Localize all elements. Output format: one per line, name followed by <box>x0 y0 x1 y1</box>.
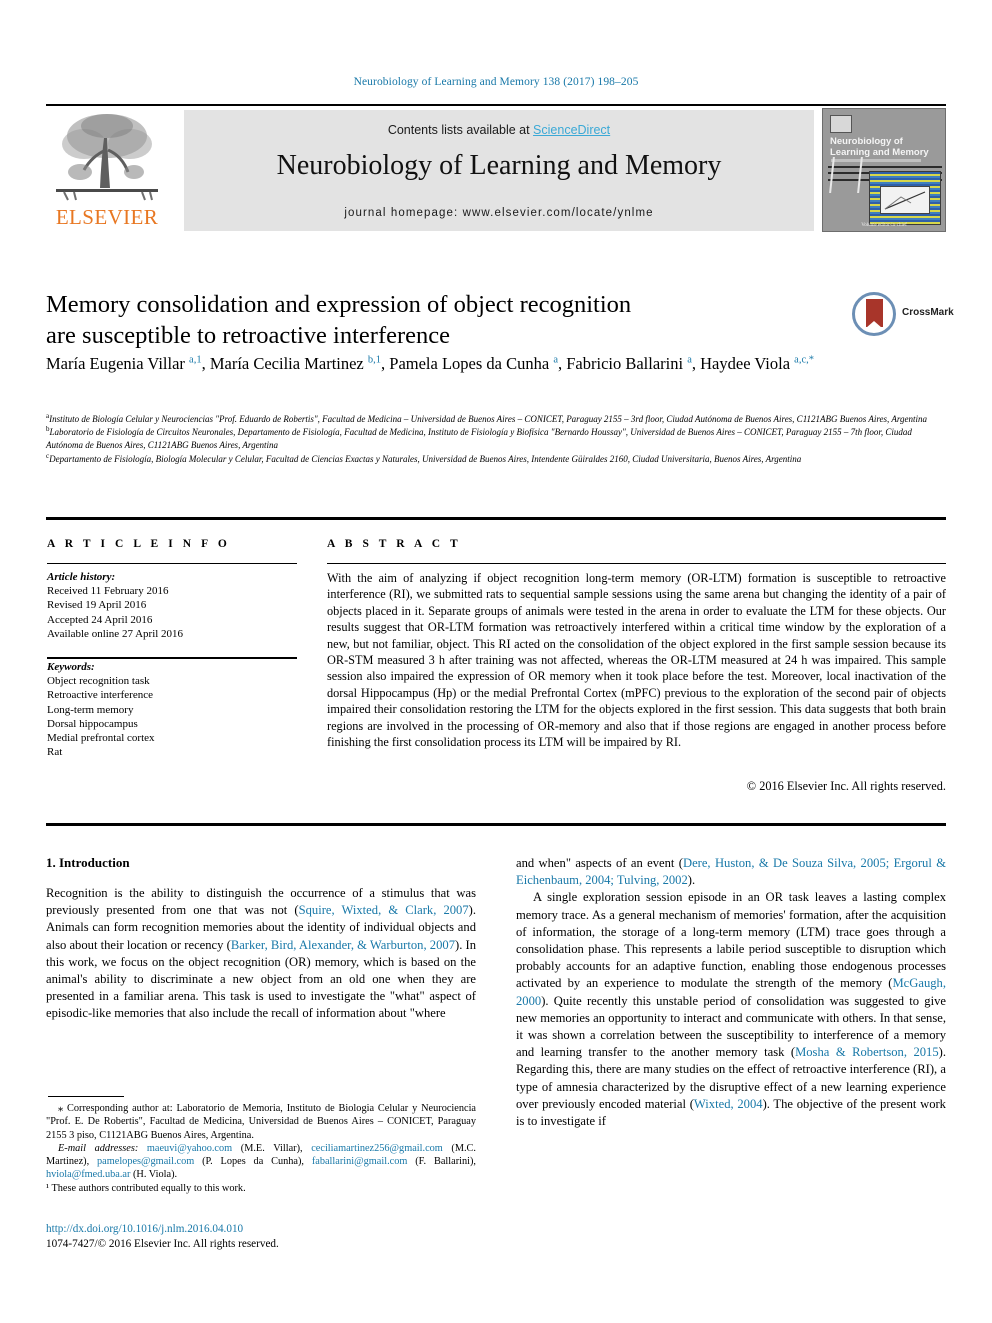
keyword-items: Object recognition task Retroactive inter… <box>47 674 297 759</box>
journal-banner: Contents lists available at ScienceDirec… <box>184 110 814 231</box>
email-link[interactable]: maeuvi@yahoo.com <box>147 1143 232 1154</box>
contents-lists-prefix: Contents lists available at <box>387 123 534 137</box>
cover-plot-icon <box>880 186 930 214</box>
cover-elsevier-mark-icon <box>830 115 852 133</box>
doi-link[interactable]: http://dx.doi.org/10.1016/j.nlm.2016.04.… <box>46 1222 476 1237</box>
masthead-top-rule <box>46 104 946 106</box>
body-column-right: and when" aspects of an event (Dere, Hus… <box>516 855 946 1130</box>
intro-continuation: and when" aspects of an event (Dere, Hus… <box>516 856 946 888</box>
intro-paragraph-1: Recognition is the ability to distinguis… <box>46 886 477 1021</box>
article-history-item: Revised 19 April 2016 <box>47 599 147 612</box>
citation-link[interactable]: Barker, Bird, Alexander, & Warburton, 20… <box>231 938 455 952</box>
crossmark-label: CrossMark <box>902 307 954 318</box>
author-name: María Cecilia Martinez <box>209 354 368 373</box>
email-addresses-note: E-mail addresses: maeuvi@yahoo.com (M.E.… <box>46 1142 477 1181</box>
email-link[interactable]: hviola@fmed.uba.ar <box>46 1169 130 1180</box>
author-affiliation-mark: a <box>687 354 692 366</box>
affiliation-text: Departamento de Fisiología, Biología Mol… <box>49 453 802 464</box>
keyword-item: Rat <box>47 746 63 759</box>
email-link[interactable]: ceciliamartinez256@gmail.com <box>311 1143 443 1154</box>
keywords-block: Keywords: Object recognition task Retroac… <box>47 660 297 759</box>
journal-title: Neurobiology of Learning and Memory <box>276 150 722 181</box>
crossmark-icon <box>852 292 896 336</box>
author-name: Fabricio Ballarini <box>566 354 688 373</box>
affiliation-text: Laboratorio de Fisiología de Circuitos N… <box>46 427 912 451</box>
abstract-divider-top <box>327 563 946 564</box>
cover-footer-text: Volume editor-in-chief <box>861 223 907 228</box>
section-heading-introduction: 1. Introduction <box>46 855 130 870</box>
author-affiliation-mark: a <box>553 354 558 366</box>
article-history-item: Received 11 February 2016 <box>47 585 169 598</box>
email-link[interactable]: faballarini@gmail.com <box>312 1156 408 1167</box>
article-history-item: Available online 27 April 2016 <box>47 627 184 640</box>
author-name: Haydee Viola <box>700 354 795 373</box>
paper-title: Memory consolidation and expression of o… <box>46 289 816 351</box>
citation-link[interactable]: Mosha & Robertson, 2015 <box>795 1045 939 1059</box>
cover-diagonal-lines <box>829 157 863 193</box>
cover-figure-thumbnail <box>869 171 941 225</box>
keyword-item: Object recognition task <box>47 675 150 688</box>
citation-link[interactable]: McGaugh, 2000 <box>516 976 946 1007</box>
paper-title-line-2: are susceptible to retroactive interfere… <box>46 322 451 349</box>
article-history-items: Received 11 February 2016 Revised 19 Apri… <box>47 584 297 641</box>
article-history-block: Article history: Received 11 February 20… <box>47 570 297 641</box>
article-history-item: Accepted 24 April 2016 <box>47 613 153 626</box>
elsevier-wordmark: ELSEVIER <box>55 205 159 229</box>
abstract-heading: A B S T R A C T <box>327 538 462 550</box>
journal-masthead: ELSEVIER Contents lists available at Sci… <box>46 104 946 232</box>
footnote-block: ⁎ Corresponding author at: Laboratorio d… <box>46 1102 476 1195</box>
affiliation-text: Instituto de Biología Celular y Neurocie… <box>49 414 928 424</box>
keyword-item: Retroactive interference <box>47 689 153 702</box>
corresponding-author-note: ⁎ Corresponding author at: Laboratorio d… <box>46 1103 476 1141</box>
author-name: Pamela Lopes da Cunha <box>389 354 554 373</box>
sciencedirect-link[interactable]: ScienceDirect <box>533 123 610 137</box>
intro-paragraph-2: A single exploration session episode in … <box>516 890 946 1129</box>
article-history-label: Article history: <box>47 571 116 583</box>
author-list: María Eugenia Villar a,1, María Cecilia … <box>46 354 814 373</box>
body-column-left: Recognition is the ability to distinguis… <box>46 885 476 1023</box>
author-name: María Eugenia Villar <box>46 354 190 373</box>
abstract-copyright: © 2016 Elsevier Inc. All rights reserved… <box>746 779 946 793</box>
journal-cover-thumbnail: Neurobiology of Learning and Memory Volu… <box>822 108 946 232</box>
author-affiliation-mark: b,1 <box>367 354 382 366</box>
article-info-spacer <box>47 641 297 660</box>
crossmark-bookmark-shape <box>866 299 883 328</box>
crossmark-badge[interactable]: CrossMark <box>852 292 954 338</box>
elsevier-logo: ELSEVIER <box>46 110 168 232</box>
email-link[interactable]: pamelopes@gmail.com <box>97 1156 194 1167</box>
paper-first-page: Neurobiology of Learning and Memory 138 … <box>0 0 992 1323</box>
article-info-column: Article history: Received 11 February 20… <box>47 570 297 759</box>
contents-lists-line: Contents lists available at ScienceDirec… <box>184 123 814 137</box>
affiliation-item: bLaboratorio de Fisiología de Circuitos … <box>46 426 946 452</box>
footnote-rule <box>48 1096 124 1097</box>
journal-homepage[interactable]: journal homepage: www.elsevier.com/locat… <box>184 207 814 219</box>
author-affiliation-mark: a,c,* <box>794 354 814 366</box>
author-affiliation-mark: a,1 <box>189 354 202 366</box>
equal-contribution-note: ¹ These authors contributed equally to t… <box>46 1182 246 1194</box>
email-addresses-label: E-mail addresses: <box>58 1142 147 1154</box>
citation-link[interactable]: Dere, Huston, & De Souza Silva, 2005; Er… <box>516 856 946 887</box>
cover-journal-title: Neurobiology of Learning and Memory <box>830 136 929 158</box>
elsevier-tree-icon <box>50 110 164 202</box>
citation-link[interactable]: Wixted, 2004 <box>694 1097 763 1111</box>
citation-link[interactable]: Squire, Wixted, & Clark, 2007 <box>299 903 469 917</box>
body-top-rule <box>46 823 946 826</box>
abstract-text: With the aim of analyzing if object reco… <box>327 571 946 750</box>
affiliation-list: aInstituto de Biología Celular y Neuroci… <box>46 413 946 466</box>
abstract-top-rule <box>46 517 946 520</box>
article-info-divider-top <box>47 563 297 564</box>
page-footer: http://dx.doi.org/10.1016/j.nlm.2016.04.… <box>46 1222 476 1251</box>
keyword-item: Long-term memory <box>47 703 134 716</box>
affiliation-item: aInstituto de Biología Celular y Neuroci… <box>46 413 946 426</box>
keyword-item: Medial prefrontal cortex <box>47 732 155 745</box>
article-info-heading: A R T I C L E I N F O <box>47 538 231 550</box>
paper-title-line-1: Memory consolidation and expression of o… <box>46 291 632 318</box>
keyword-item: Dorsal hippocampus <box>47 717 138 730</box>
running-head: Neurobiology of Learning and Memory 138 … <box>353 76 639 88</box>
keywords-label: Keywords: <box>47 661 95 674</box>
issn-copyright-line: 1074-7427/© 2016 Elsevier Inc. All right… <box>46 1237 279 1250</box>
affiliation-item: cDepartamento de Fisiología, Biología Mo… <box>46 452 946 466</box>
